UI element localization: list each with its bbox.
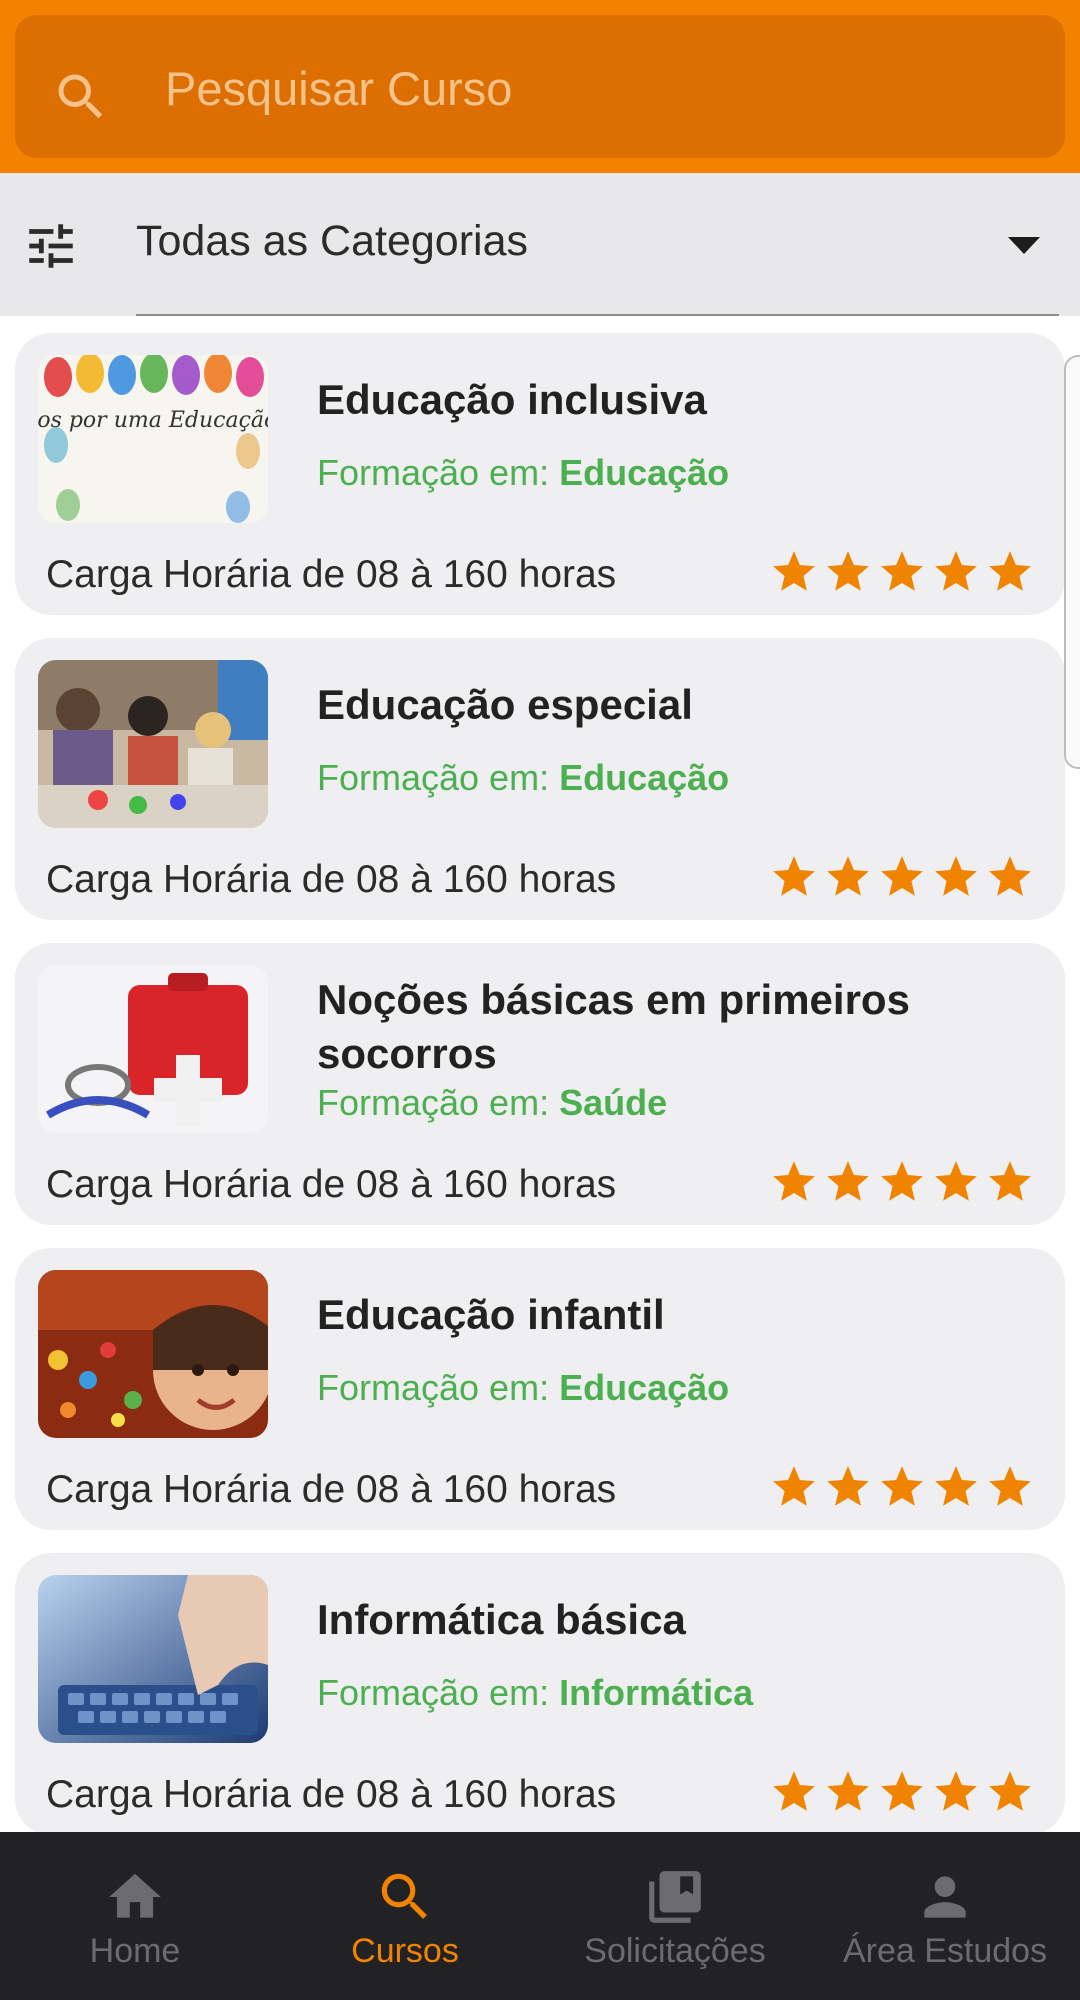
rating-stars (769, 852, 1035, 902)
star-icon (989, 1161, 1031, 1201)
star-icon (989, 551, 1031, 591)
course-card[interactable]: Educação infantil Formação em: Educação … (15, 1248, 1065, 1530)
star-icon (827, 1161, 869, 1201)
course-title: Educação inclusiva (317, 376, 707, 423)
course-card[interactable]: Informática básica Formação em: Informát… (15, 1553, 1065, 1835)
star-icon (935, 1771, 977, 1811)
search-bar[interactable]: Pesquisar Curso (15, 15, 1065, 158)
course-card[interactable]: Noções básicas em primeiros socorros For… (15, 943, 1065, 1225)
star-icon (881, 551, 923, 591)
star-icon (935, 1466, 977, 1506)
nav-solicitacoes-label: Solicitações (584, 1932, 766, 1970)
person-icon (924, 1876, 966, 1918)
rating-stars (769, 1767, 1035, 1817)
rating-stars (769, 547, 1035, 597)
nav-area-estudos-label: Área Estudos (842, 1932, 1048, 1970)
thumbnail-lettering: Todos juntos por uma Educação Inclusiva (38, 408, 268, 433)
star-icon (773, 551, 815, 591)
course-hours: Carga Horária de 08 à 160 horas (46, 1163, 617, 1206)
rating-stars (769, 1157, 1035, 1207)
course-category: Formação em: Saúde (317, 1082, 668, 1123)
star-icon (989, 1771, 1031, 1811)
star-icon (881, 1161, 923, 1201)
nav-home[interactable]: Home (0, 1832, 270, 2000)
star-icon (881, 856, 923, 896)
course-title: Educação infantil (317, 1291, 665, 1338)
star-icon (773, 1466, 815, 1506)
library-books-icon (649, 1871, 701, 1923)
course-thumbnail: Todos juntos por uma Educação Inclusiva (38, 355, 268, 523)
tune-icon (29, 224, 73, 268)
category-filter[interactable]: Todas as Categorias (0, 173, 1080, 316)
star-icon (773, 1161, 815, 1201)
star-icon (827, 1771, 869, 1811)
course-hours: Carga Horária de 08 à 160 horas (46, 858, 617, 901)
bottom-nav: Home Cursos Solicitações Área Estudos (0, 1832, 1080, 2000)
star-icon (989, 856, 1031, 896)
course-card[interactable]: Educação especial Formação em: Educação … (15, 638, 1065, 920)
home-icon (109, 1873, 161, 1918)
course-title: Informática básica (317, 1596, 686, 1643)
search-icon (58, 74, 103, 119)
star-icon (881, 1466, 923, 1506)
course-title: Educação especial (317, 681, 693, 728)
course-hours: Carga Horária de 08 à 160 horas (46, 1773, 617, 1816)
star-icon (989, 1466, 1031, 1506)
star-icon (935, 856, 977, 896)
course-hours: Carga Horária de 08 à 160 horas (46, 553, 617, 596)
course-title: Noções básicas em primeiros socorros (317, 976, 910, 1077)
course-thumbnail (38, 660, 268, 828)
search-icon (381, 1873, 427, 1919)
nav-cursos[interactable]: Cursos (270, 1832, 540, 2000)
star-icon (773, 856, 815, 896)
star-icon (881, 1771, 923, 1811)
star-icon (935, 551, 977, 591)
star-icon (773, 1771, 815, 1811)
course-category: Formação em: Educação (317, 757, 730, 798)
course-category: Formação em: Educação (317, 1367, 730, 1408)
caret-down-icon[interactable] (1008, 237, 1040, 254)
star-icon (827, 551, 869, 591)
nav-cursos-label: Cursos (351, 1932, 459, 1970)
course-hours: Carga Horária de 08 à 160 horas (46, 1468, 617, 1511)
rating-stars (769, 1462, 1035, 1512)
search-input[interactable]: Pesquisar Curso (165, 65, 512, 112)
course-category: Formação em: Informática (317, 1672, 754, 1713)
category-select-value[interactable]: Todas as Categorias (136, 220, 528, 263)
nav-area-estudos[interactable]: Área Estudos (810, 1832, 1080, 2000)
app-header: Pesquisar Curso (0, 0, 1080, 173)
course-category: Formação em: Educação (317, 452, 730, 493)
star-icon (827, 856, 869, 896)
course-thumbnail (38, 965, 268, 1133)
course-thumbnail (38, 1270, 268, 1438)
course-thumbnail (38, 1575, 268, 1743)
course-card[interactable]: Todos juntos por uma Educação Inclusiva … (15, 333, 1065, 615)
nav-solicitacoes[interactable]: Solicitações (540, 1832, 810, 2000)
nav-home-label: Home (89, 1932, 181, 1970)
scrollbar-thumb[interactable] (1064, 355, 1080, 769)
select-underline (136, 314, 1059, 316)
star-icon (827, 1466, 869, 1506)
star-icon (935, 1161, 977, 1201)
